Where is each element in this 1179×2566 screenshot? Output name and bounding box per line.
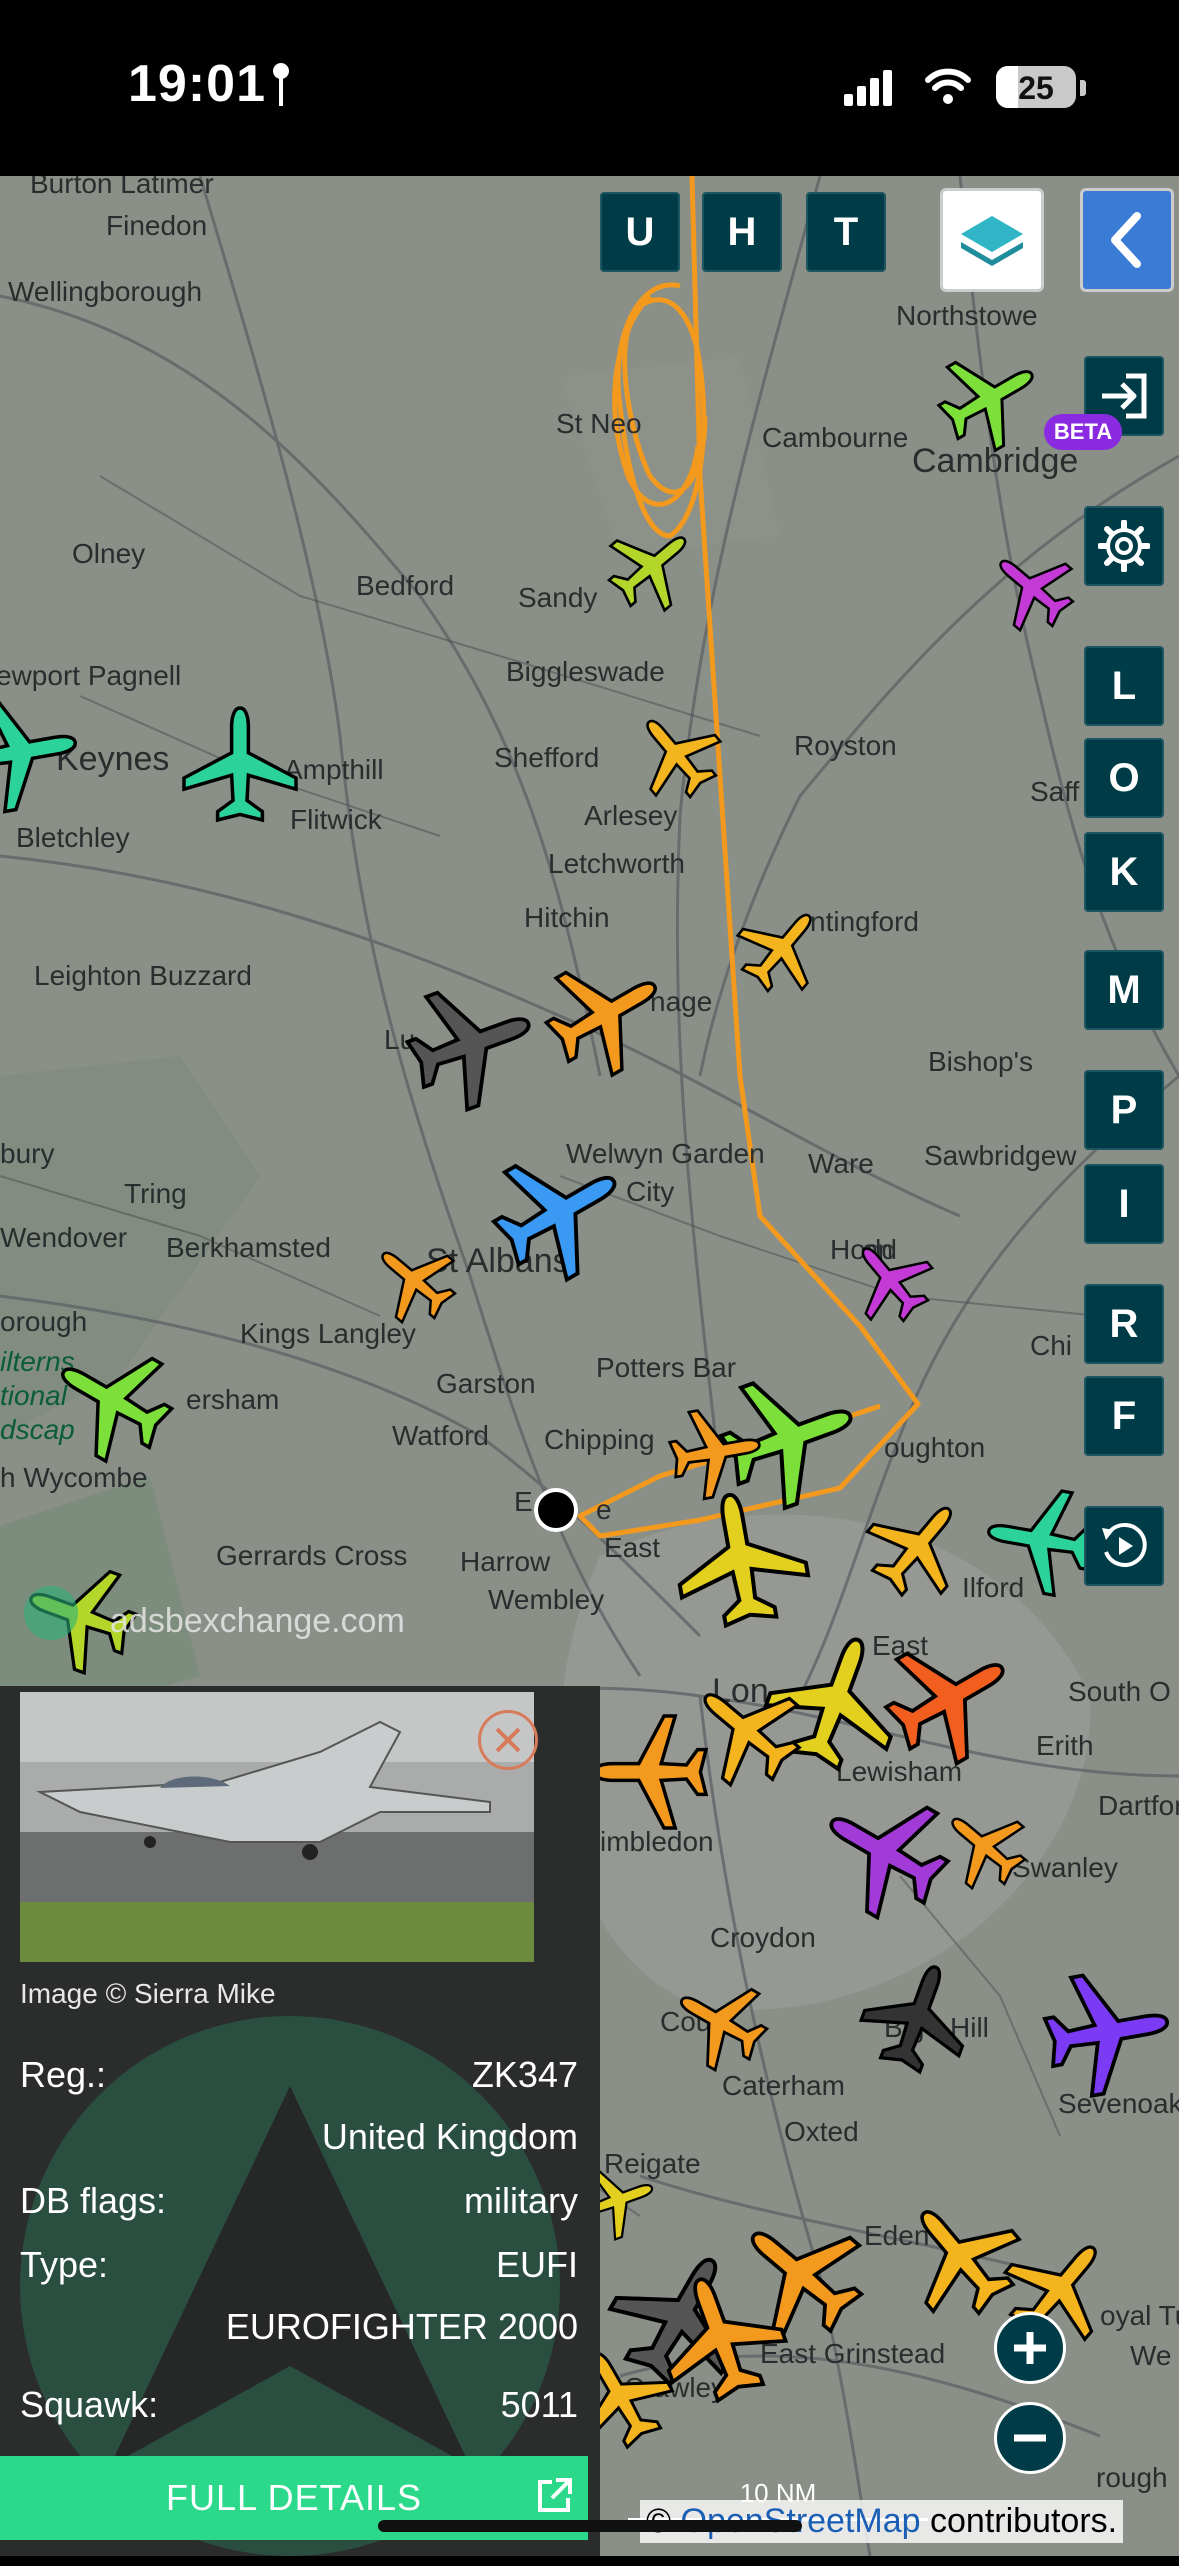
zoom-out-icon bbox=[1014, 2434, 1046, 2442]
battery-icon: 25 bbox=[996, 66, 1076, 108]
squawk-row: Squawk: 5011 bbox=[20, 2384, 578, 2426]
collapse-button[interactable] bbox=[1080, 188, 1174, 292]
watermark-text: adsbexchange.com bbox=[110, 1602, 405, 1640]
aircraft-icon bbox=[658, 1960, 782, 2084]
aircraft-photo[interactable] bbox=[20, 1692, 534, 1962]
settings-button[interactable] bbox=[1084, 506, 1164, 586]
aircraft-icon bbox=[33, 1321, 191, 1479]
replay-icon bbox=[1102, 1523, 1147, 1567]
toggle-p-button[interactable]: P bbox=[1084, 1070, 1164, 1150]
aircraft-icon bbox=[926, 1788, 1042, 1904]
toggle-i-button[interactable]: I bbox=[1084, 1164, 1164, 1244]
aircraft-icon bbox=[866, 1614, 1034, 1782]
full-details-label: FULL DETAILS bbox=[165, 2477, 423, 2518]
aircraft-icon bbox=[974, 530, 1090, 646]
squawk-label: Squawk: bbox=[20, 2384, 159, 2425]
wifi-icon bbox=[925, 68, 971, 104]
aircraft-icon bbox=[1036, 1960, 1179, 2104]
close-icon bbox=[495, 1727, 521, 1753]
home-indicator bbox=[378, 2520, 802, 2532]
image-credit: Image © Sierra Mike bbox=[20, 1978, 276, 2009]
aircraft-icon bbox=[182, 706, 298, 822]
zoom-in-button[interactable] bbox=[994, 2312, 1066, 2384]
status-bar: 19:01 25 bbox=[0, 0, 1179, 176]
reg-row: Reg.: ZK347 bbox=[20, 2054, 578, 2096]
reg-label: Reg.: bbox=[20, 2054, 107, 2095]
aircraft-icon bbox=[527, 935, 685, 1093]
toggle-o-button[interactable]: O bbox=[1084, 738, 1164, 818]
signal-icon bbox=[844, 70, 892, 106]
type-name-row: EUROFIGHTER 2000 bbox=[20, 2306, 578, 2348]
db-flags-label: DB flags: bbox=[20, 2180, 167, 2221]
login-icon bbox=[1102, 373, 1147, 419]
aircraft-icon bbox=[832, 1222, 948, 1338]
toggle-r-button[interactable]: R bbox=[1084, 1284, 1164, 1364]
aircraft-icon bbox=[0, 685, 87, 819]
location-pin-icon bbox=[273, 63, 289, 106]
aircraft-photo-image bbox=[20, 1692, 534, 1962]
gear-icon bbox=[1098, 520, 1150, 572]
close-photo-button[interactable] bbox=[478, 1710, 538, 1770]
status-time: 19:01 bbox=[128, 55, 266, 113]
attribution-suffix: contributors. bbox=[930, 2502, 1118, 2540]
toggle-l-button[interactable]: L bbox=[1084, 646, 1164, 726]
aircraft-icon bbox=[473, 1125, 647, 1299]
aircraft-icon bbox=[848, 1476, 988, 1616]
aircraft-icon bbox=[800, 1768, 968, 1936]
zoom-in-icon bbox=[1014, 2332, 1046, 2364]
type-row: Type: EUFI bbox=[20, 2244, 578, 2286]
toggle-u-button[interactable]: U bbox=[600, 192, 680, 272]
toggle-k-button[interactable]: K bbox=[1084, 832, 1164, 912]
aircraft-icon bbox=[393, 965, 551, 1123]
reg-value: ZK347 bbox=[471, 2054, 578, 2095]
layers-button[interactable] bbox=[940, 188, 1044, 292]
aircraft-icon bbox=[663, 1399, 769, 1505]
zoom-out-button[interactable] bbox=[994, 2402, 1066, 2474]
selected-aircraft-marker bbox=[534, 1488, 578, 1532]
country-row: United Kingdom bbox=[20, 2116, 578, 2158]
beta-badge: BETA bbox=[1044, 414, 1122, 450]
db-flags-row: DB flags: military bbox=[20, 2180, 578, 2222]
type-name-value: EUROFIGHTER 2000 bbox=[225, 2306, 578, 2347]
layers-icon bbox=[961, 216, 1023, 266]
toggle-f-button[interactable]: F bbox=[1084, 1376, 1164, 1456]
replay-button[interactable] bbox=[1084, 1506, 1164, 1586]
aircraft-icon bbox=[978, 1478, 1102, 1602]
aircraft-icon bbox=[849, 1947, 987, 2085]
type-label: Type: bbox=[20, 2244, 109, 2285]
aircraft-icon bbox=[591, 505, 713, 627]
battery-level: 25 bbox=[1018, 70, 1054, 106]
aircraft-icon bbox=[592, 1714, 708, 1830]
db-flags-value: military bbox=[464, 2180, 578, 2221]
aircraft-icon bbox=[922, 330, 1058, 466]
external-link-icon bbox=[538, 2478, 572, 2512]
aircraft-icon bbox=[721, 887, 843, 1009]
type-value: EUFI bbox=[495, 2244, 578, 2285]
aircraft-icon bbox=[356, 1222, 472, 1338]
aircraft-icon bbox=[615, 693, 737, 815]
squawk-value: 5011 bbox=[500, 2384, 578, 2425]
watermark-logo bbox=[24, 1586, 78, 1640]
toggle-h-button[interactable]: H bbox=[702, 192, 782, 272]
toggle-t-button[interactable]: T bbox=[806, 192, 886, 272]
chevron-left-icon bbox=[1111, 212, 1141, 268]
toggle-m-button[interactable]: M bbox=[1084, 950, 1164, 1030]
country-value: United Kingdom bbox=[321, 2116, 578, 2157]
